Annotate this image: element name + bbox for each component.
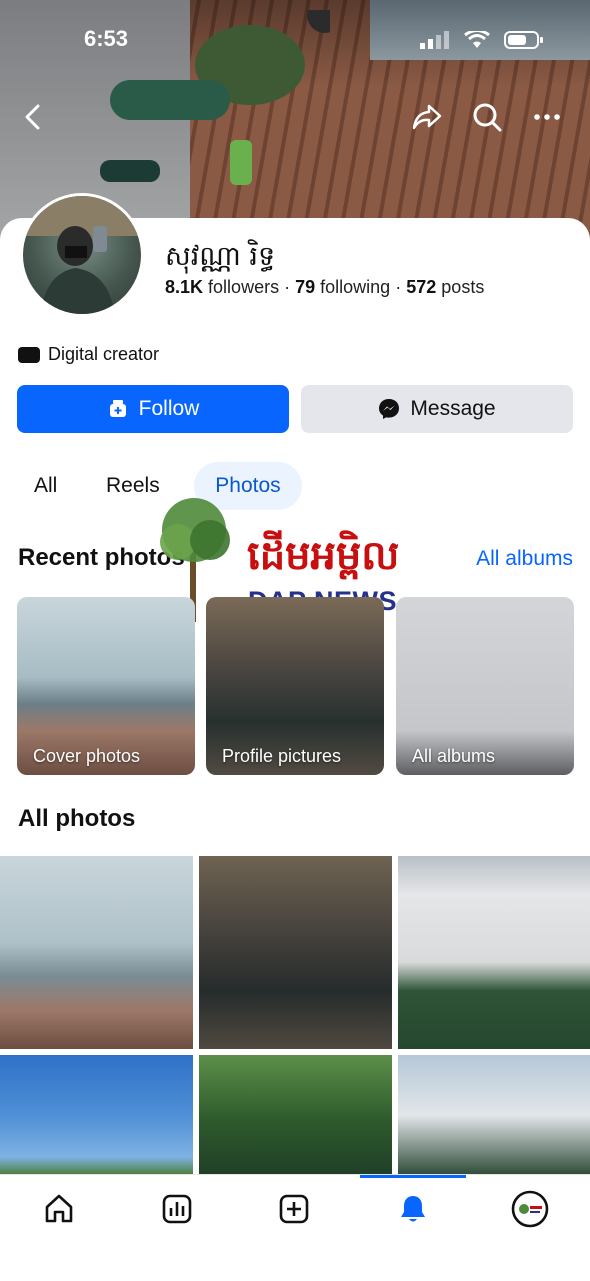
- tab-all[interactable]: All: [34, 462, 57, 510]
- nav-profile[interactable]: [510, 1189, 550, 1229]
- profile-avatar-icon: [511, 1190, 549, 1228]
- more-icon: [534, 114, 560, 120]
- status-time: 6:53: [84, 26, 129, 51]
- photo-thumbnail[interactable]: [199, 856, 392, 1049]
- message-label: Message: [410, 397, 496, 420]
- creator-icon: [18, 346, 40, 363]
- status-icons: [420, 30, 544, 50]
- followers-count: 8.1K: [165, 277, 204, 297]
- nav-home[interactable]: [39, 1189, 79, 1229]
- posts-link[interactable]: 572 posts: [406, 277, 484, 297]
- creator-label: Digital creator: [48, 344, 160, 364]
- followers-label: followers: [208, 277, 280, 297]
- album-label: All albums: [412, 746, 496, 766]
- follow-label: Follow: [138, 397, 200, 420]
- create-icon: [279, 1194, 309, 1224]
- all-albums-link[interactable]: All albums: [476, 547, 573, 571]
- message-button[interactable]: Message: [301, 385, 573, 433]
- messenger-icon: [379, 399, 400, 419]
- search-icon: [473, 103, 502, 132]
- more-button[interactable]: [530, 100, 564, 134]
- tab-photos[interactable]: Photos: [194, 462, 302, 510]
- share-icon: [412, 104, 442, 130]
- photo-thumbnail[interactable]: [199, 1055, 392, 1175]
- posts-label: posts: [441, 277, 485, 297]
- album-label: Profile pictures: [222, 746, 342, 766]
- album-label: Cover photos: [33, 746, 141, 766]
- creator-category: Digital creator: [18, 344, 159, 365]
- posts-count: 572: [406, 277, 437, 297]
- wifi-icon: [464, 31, 490, 48]
- all-photos-heading: All photos: [18, 805, 136, 832]
- following-count: 79: [295, 277, 316, 297]
- bottom-navigation: [0, 1174, 590, 1281]
- follow-icon: [109, 400, 126, 417]
- content-tabs: All Reels Photos: [0, 462, 590, 510]
- search-button[interactable]: [470, 100, 504, 134]
- dashboard-icon: [162, 1194, 192, 1224]
- album-all-albums[interactable]: All albums: [396, 597, 574, 775]
- photo-thumbnail[interactable]: [398, 856, 590, 1049]
- follow-button[interactable]: Follow: [17, 385, 289, 433]
- share-button[interactable]: [410, 100, 444, 134]
- avatar-figure: [23, 196, 141, 314]
- active-tab-indicator: [360, 1175, 466, 1178]
- following-label: following: [320, 277, 391, 297]
- photo-thumbnail[interactable]: [398, 1055, 590, 1175]
- notifications-icon: [401, 1196, 425, 1222]
- cover-person: [100, 10, 330, 185]
- tab-reels[interactable]: Reels: [106, 462, 160, 510]
- stats-separator: ·: [395, 277, 402, 297]
- chevron-left-icon: [25, 104, 40, 130]
- battery-icon: [504, 31, 543, 49]
- back-button[interactable]: [16, 100, 50, 134]
- stats-separator: ·: [284, 277, 291, 297]
- following-link[interactable]: 79 following: [295, 277, 390, 297]
- profile-name: សុវណ្ណា រិទ្ធ: [165, 241, 276, 272]
- nav-create[interactable]: [274, 1189, 314, 1229]
- album-cover-photos[interactable]: Cover photos: [17, 597, 195, 775]
- profile-stats: 8.1K followers · 79 following · 572 post…: [165, 277, 484, 298]
- avatar-photo: [23, 196, 141, 314]
- nav-dashboard[interactable]: [157, 1189, 197, 1229]
- photo-thumbnail[interactable]: [0, 1055, 193, 1175]
- album-profile-pictures[interactable]: Profile pictures: [206, 597, 384, 775]
- home-icon: [45, 1194, 73, 1223]
- nav-notifications[interactable]: [393, 1189, 433, 1229]
- profile-avatar[interactable]: [20, 193, 144, 317]
- signal-icon: [420, 31, 449, 49]
- photo-thumbnail[interactable]: [0, 856, 193, 1049]
- watermark-khmer: ដើមអម្ពិល: [247, 533, 400, 579]
- followers-link[interactable]: 8.1K followers: [165, 277, 279, 297]
- recent-photos-heading: Recent photos: [18, 544, 185, 571]
